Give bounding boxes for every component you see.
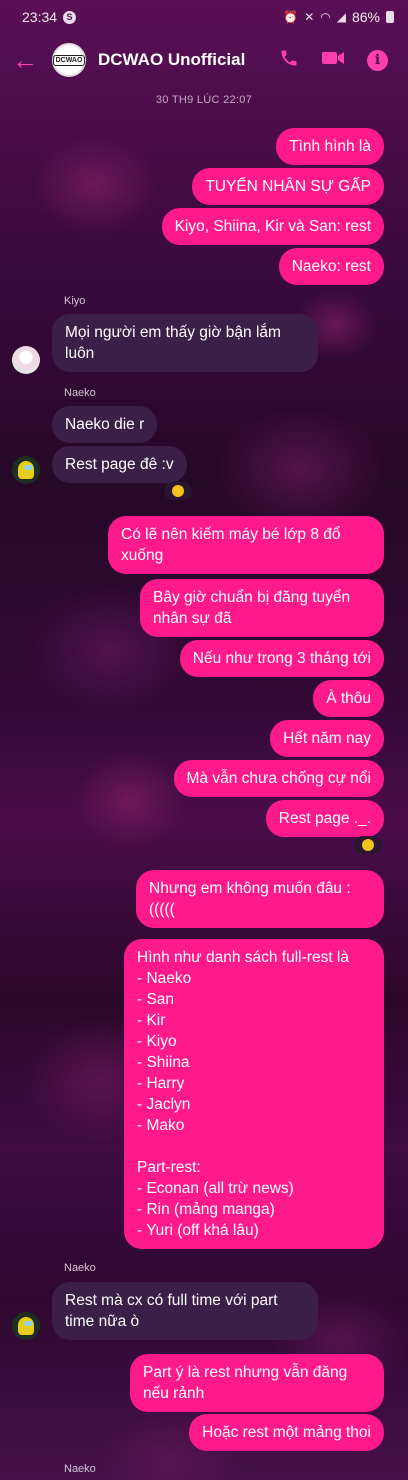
mute-icon: ✕ <box>304 10 315 24</box>
avatar[interactable] <box>12 346 40 374</box>
wifi-icon: ◠ <box>320 10 331 24</box>
message-bubble-incoming[interactable]: Rest mà cx có full time với part time nữ… <box>52 1282 318 1340</box>
group-avatar[interactable]: DCWAO <box>52 43 86 77</box>
sender-name: Naeko <box>64 1463 96 1475</box>
chat-timestamp: 30 TH9 LÚC 22:07 <box>155 94 253 106</box>
chat-header: ← DCWAO DCWAO Unofficial i <box>0 34 408 86</box>
sender-name: Kiyo <box>64 295 86 307</box>
sender-name: Naeko <box>64 387 96 399</box>
sad-face-icon <box>172 485 184 497</box>
battery-icon <box>386 11 394 23</box>
message-bubble-outgoing[interactable]: Rest page ._. <box>265 800 384 837</box>
message-bubble-outgoing[interactable]: Hết năm nay <box>270 720 384 757</box>
message-bubble-outgoing[interactable]: TUYỂN NHÂN SỰ GẤP <box>192 168 384 205</box>
notification-icon: S <box>63 10 77 24</box>
message-bubble-outgoing[interactable]: Bây giờ chuẩn bị đăng tuyển nhân sự đã <box>140 579 384 637</box>
message-bubble-outgoing[interactable]: À thôu <box>313 680 384 717</box>
info-icon[interactable]: i <box>367 49 388 71</box>
alarm-icon: ⏰ <box>283 10 299 24</box>
phone-call-icon[interactable] <box>279 48 299 72</box>
message-bubble-outgoing[interactable]: Naeko: rest <box>278 248 384 285</box>
video-call-icon[interactable] <box>321 48 345 72</box>
message-bubble-outgoing[interactable]: Nhưng em không muốn đâu :((((( <box>136 870 384 928</box>
message-bubble-incoming[interactable]: Naeko die r <box>52 406 158 443</box>
message-bubble-outgoing[interactable]: Hình như danh sách full-rest là - Naeko … <box>124 939 384 1249</box>
message-bubble-incoming[interactable]: Rest page đê :v <box>52 446 187 483</box>
reaction-badge[interactable] <box>354 836 382 854</box>
avatar[interactable] <box>12 1312 40 1340</box>
message-bubble-outgoing[interactable]: Hoặc rest một mảng thoi <box>189 1414 384 1451</box>
arrow-left-icon[interactable]: ← <box>12 47 46 73</box>
message-bubble-outgoing[interactable]: Có lẽ nên kiếm máy bé lớp 8 đổ xuống <box>108 516 384 574</box>
message-bubble-incoming[interactable]: Mọi người em thấy giờ bận lắm luôn <box>52 314 318 372</box>
message-bubble-outgoing[interactable]: Tình hình là <box>276 128 384 165</box>
reaction-badge[interactable] <box>164 482 192 500</box>
message-bubble-outgoing[interactable]: Mà vẫn chưa chống cự nổi <box>173 760 384 797</box>
message-bubble-outgoing[interactable]: Kiyo, Shiina, Kir và San: rest <box>161 208 384 245</box>
message-bubble-outgoing[interactable]: Part ý là rest nhưng vẫn đăng nếu rảnh <box>130 1354 384 1412</box>
sender-name: Naeko <box>64 1262 96 1274</box>
status-bar: 23:34 S ⏰ ✕ ◠ ◢ 86% <box>0 0 408 34</box>
signal-icon: ◢ <box>336 10 346 24</box>
message-bubble-outgoing[interactable]: Nếu như trong 3 tháng tới <box>179 640 384 677</box>
battery-level: 86% <box>351 9 380 25</box>
chat-title[interactable]: DCWAO Unofficial <box>98 50 279 70</box>
sad-face-icon <box>362 839 374 851</box>
avatar-logo-text: DCWAO <box>52 54 86 66</box>
clock: 23:34 <box>22 9 58 25</box>
avatar[interactable] <box>12 456 40 484</box>
